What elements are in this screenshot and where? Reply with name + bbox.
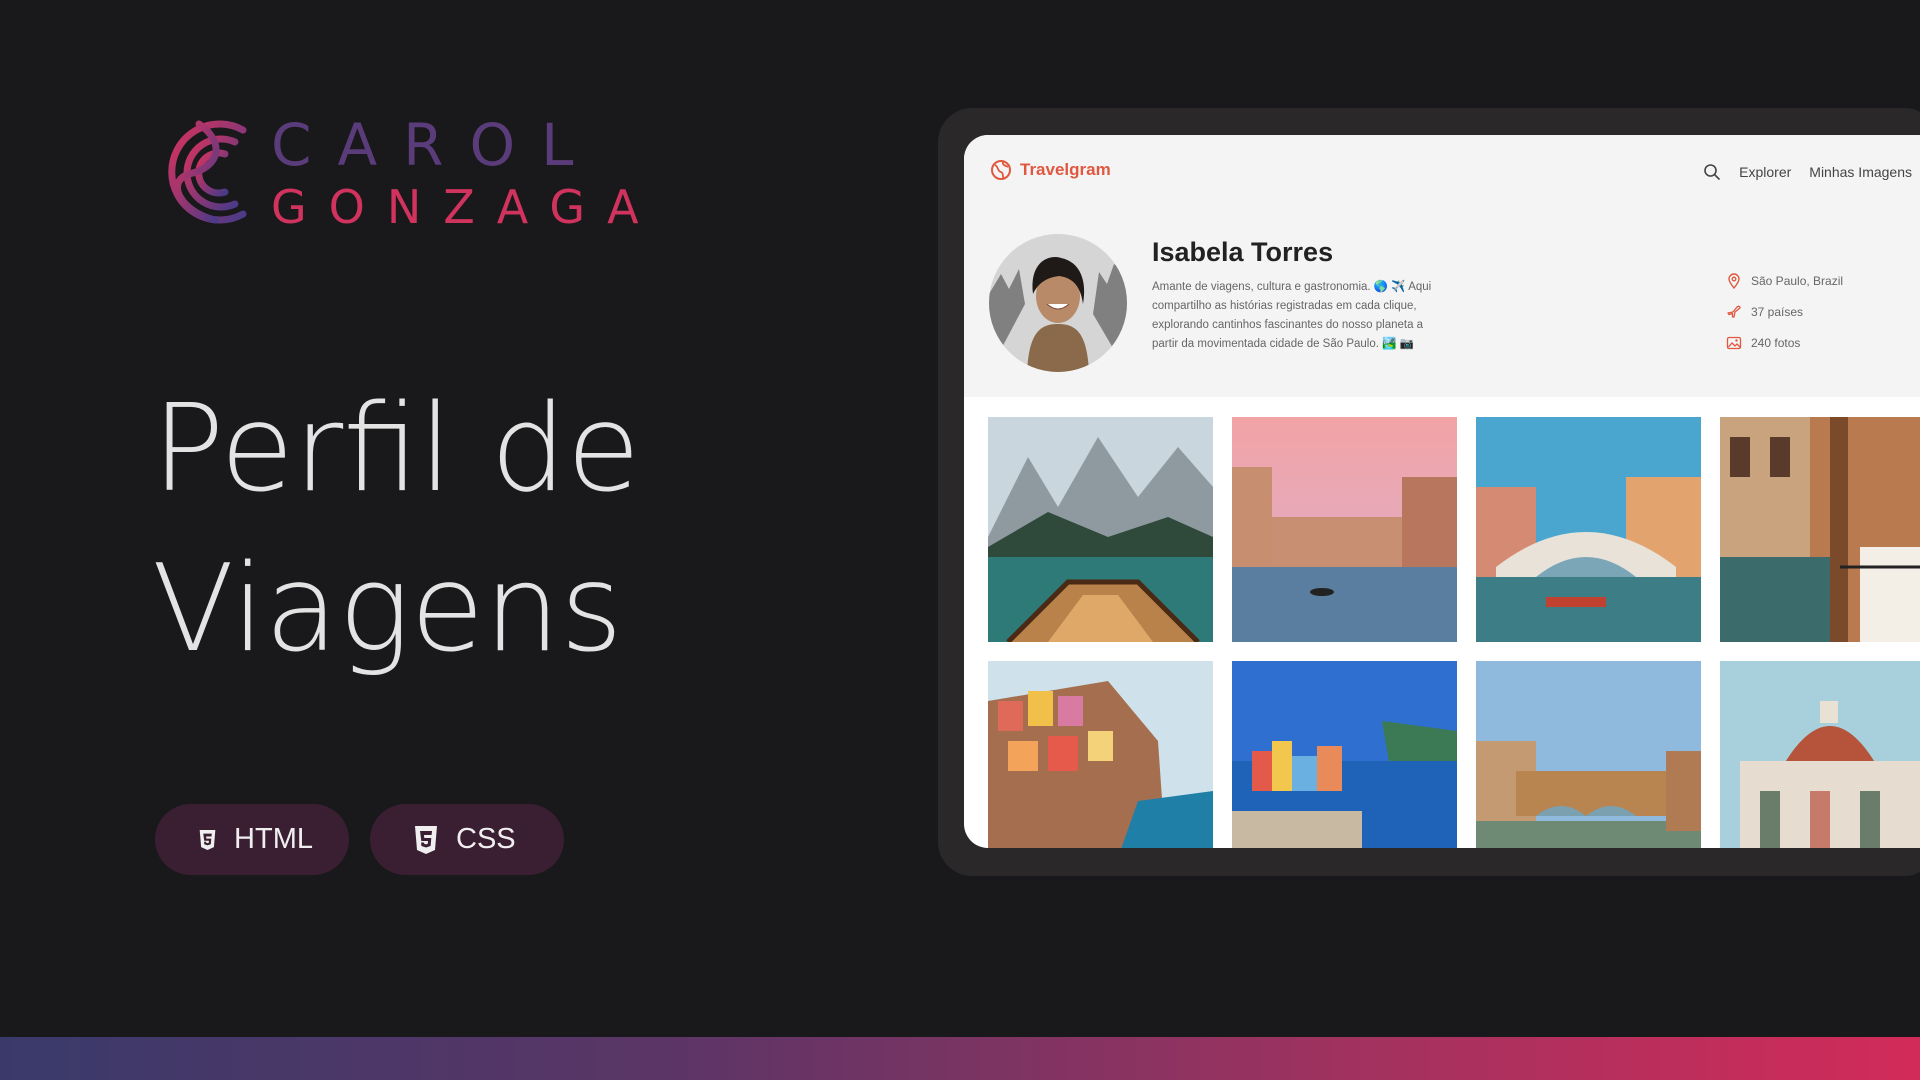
- airplane-icon: [1727, 305, 1741, 318]
- travelgram-brand[interactable]: Travelgram: [990, 159, 1111, 181]
- image-icon: [1726, 336, 1742, 349]
- css-tag-label: CSS: [456, 823, 516, 855]
- stat-location: São Paulo, Brazil: [1726, 265, 1843, 296]
- gallery-photo-cinque-terre[interactable]: [988, 661, 1213, 848]
- globe-icon: [991, 160, 1011, 180]
- html-tag-label: HTML: [234, 823, 313, 855]
- gallery-photo-florence-duomo[interactable]: [1720, 661, 1920, 848]
- gallery-photo-venice-canal[interactable]: [1232, 417, 1457, 642]
- stat-countries: 37 países: [1726, 296, 1843, 327]
- html5-icon: [199, 829, 216, 850]
- mockup-nav-links: Explorer Minhas Imagens: [1703, 161, 1920, 183]
- headline: Perfil de Viagens: [152, 370, 640, 690]
- logo-mark-icon: [168, 120, 247, 224]
- profile-avatar: [989, 234, 1127, 372]
- headline-line-2: Viagens: [152, 540, 623, 679]
- carol-gonzaga-logo: CAROL GONZAGA: [155, 112, 639, 237]
- mockup-navbar: Travelgram Explorer Minhas Imagens: [964, 135, 1920, 207]
- location-pin-icon: [1728, 272, 1740, 289]
- gallery-photo-vernazza[interactable]: [1232, 661, 1457, 848]
- gallery-photo-ponte-vecchio[interactable]: [1476, 661, 1701, 848]
- stat-countries-text: 37 países: [1751, 304, 1804, 319]
- travelgram-mockup: Travelgram Explorer Minhas Imagens Isabe…: [964, 135, 1920, 848]
- profile-bio: Amante de viagens, cultura e gastronomia…: [1152, 281, 1432, 350]
- profile-photo: [989, 234, 1127, 372]
- nav-my-images-link[interactable]: Minhas Imagens: [1809, 164, 1912, 180]
- bottom-gradient-bar: [0, 1037, 1920, 1080]
- css-tag: CSS: [370, 804, 564, 875]
- html-tag: HTML: [155, 804, 349, 875]
- brand-name: Travelgram: [1020, 160, 1111, 179]
- headline-line-1: Perfil de: [152, 380, 641, 519]
- nav-explore-link[interactable]: Explorer: [1739, 164, 1791, 180]
- gallery-photo-lake-boat[interactable]: [988, 417, 1213, 642]
- search-icon[interactable]: [1703, 163, 1721, 181]
- css3-icon: [415, 825, 437, 854]
- logo-line-carol: CAROL: [271, 111, 600, 179]
- gallery-photo-venice-terrace[interactable]: [1720, 417, 1920, 642]
- profile-stats: São Paulo, Brazil 37 países 240 fotos: [1726, 265, 1843, 358]
- logo-line-gonzaga: GONZAGA: [271, 180, 661, 234]
- stat-photos: 240 fotos: [1726, 327, 1843, 358]
- stat-location-text: São Paulo, Brazil: [1751, 273, 1844, 288]
- stat-photos-text: 240 fotos: [1751, 335, 1801, 350]
- profile-header: Isabela Torres Amante de viagens, cultur…: [964, 207, 1920, 397]
- profile-name: Isabela Torres: [1152, 237, 1334, 267]
- gallery-photo-rialto-bridge[interactable]: [1476, 417, 1701, 642]
